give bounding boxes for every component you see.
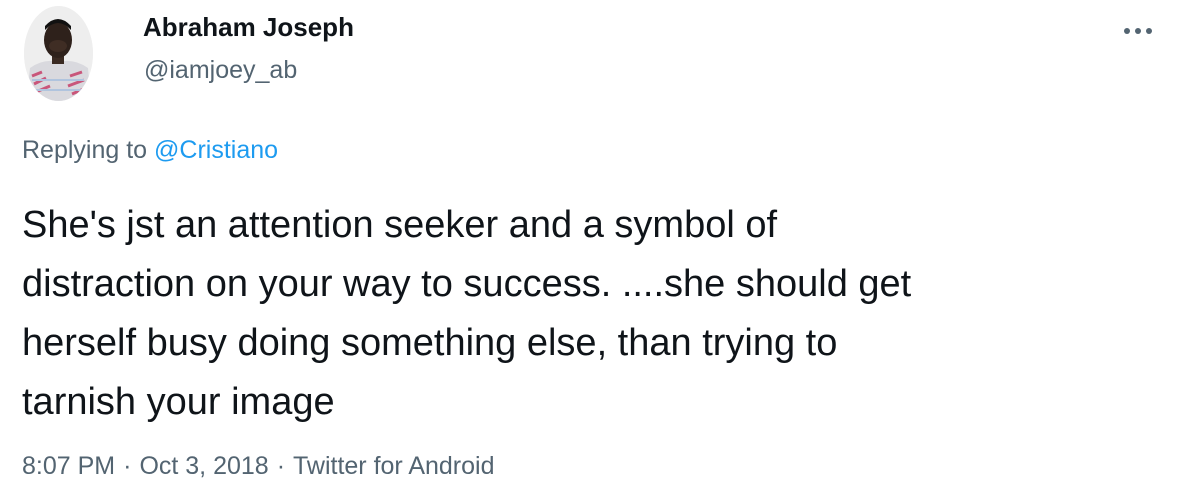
tweet-text: She's jst an attention seeker and a symb…: [22, 196, 1142, 432]
tweet-date-link[interactable]: Oct 3, 2018: [139, 452, 268, 480]
replying-to-label: Replying to: [22, 136, 148, 164]
tweet-source-link[interactable]: Twitter for Android: [293, 452, 494, 480]
tweet-text-line: tarnish your image: [22, 381, 335, 423]
tweet-card: Abraham Joseph @iamjoey_ab Replying to @…: [0, 0, 1192, 503]
tweet-text-line: herself busy doing something else, than …: [22, 322, 838, 364]
reply-mention-link[interactable]: @Cristiano: [154, 136, 278, 164]
tweet-text-line: distraction on your way to success. ....…: [22, 263, 912, 305]
avatar[interactable]: [24, 6, 93, 101]
meta-separator: ·: [276, 452, 286, 480]
tweet-time-link[interactable]: 8:07 PM: [22, 452, 115, 480]
tweet-text-line: She's jst an attention seeker and a symb…: [22, 204, 778, 246]
author-handle[interactable]: @iamjoey_ab: [144, 56, 297, 85]
profile-photo-icon: [24, 6, 93, 101]
author-display-name[interactable]: Abraham Joseph: [143, 12, 354, 43]
more-horizontal-icon: [1124, 28, 1152, 34]
replying-to-line: Replying to @Cristiano: [22, 136, 278, 165]
meta-separator: ·: [123, 452, 132, 480]
more-options-button[interactable]: [1118, 13, 1158, 49]
tweet-meta: 8:07 PM · Oct 3, 2018 · Twitter for Android: [22, 452, 495, 481]
